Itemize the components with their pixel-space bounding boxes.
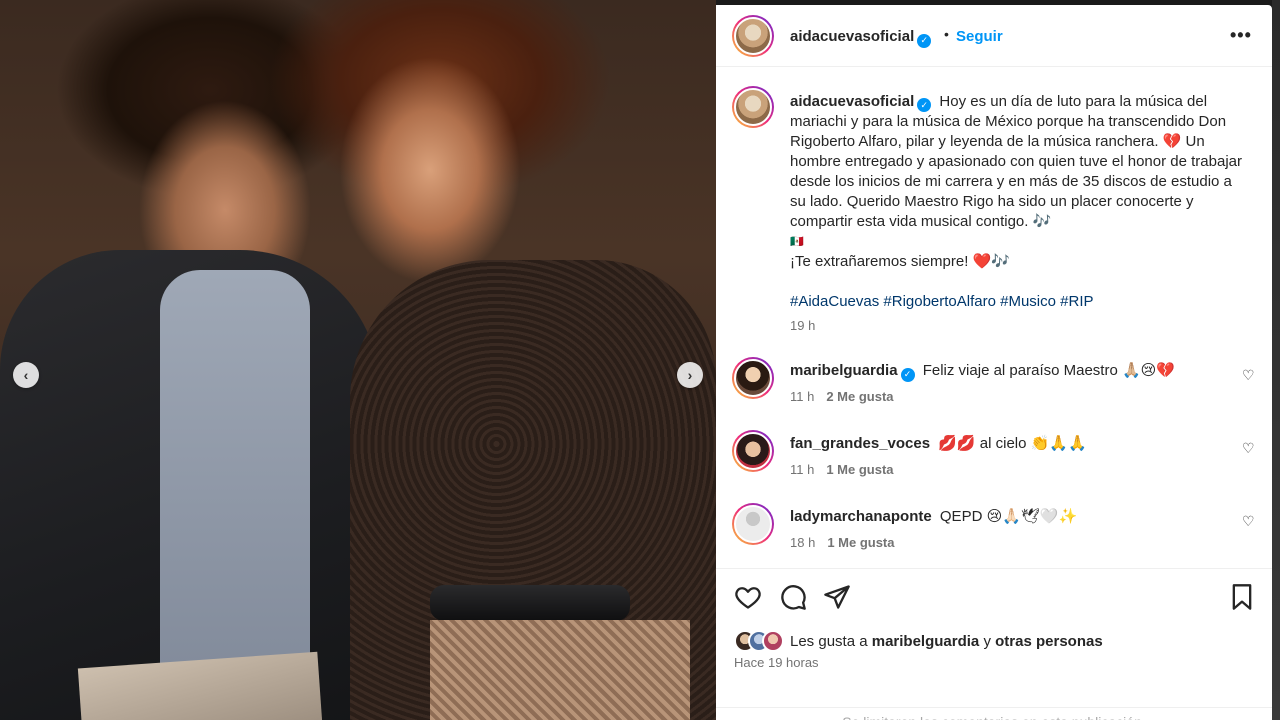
comment-body: QEPD 😢🙏🏻🕊🤍✨	[939, 508, 1078, 525]
comment-username[interactable]: fan_grandes_voces	[790, 435, 930, 452]
caption-body: Hoy es un día de luto para la música del…	[790, 93, 1242, 230]
follow-button[interactable]: Seguir	[956, 28, 1003, 45]
comment-item: fan_grandes_voces 💋💋 al cielo 👏🙏🙏 11 h 1 …	[716, 430, 1272, 502]
avatar[interactable]	[732, 357, 774, 399]
photo-man-shirt	[160, 270, 310, 720]
post-photo[interactable]: ‹ ›	[0, 0, 716, 720]
comment-text: ladymarchanaponte QEPD 😢🙏🏻🕊🤍✨	[790, 507, 1077, 525]
verified-icon: ✓	[900, 367, 915, 382]
post-header: aidacuevasoficial ✓ • Seguir •••	[716, 5, 1272, 67]
flag-emoji: 🇲🇽	[790, 236, 804, 248]
caption-closing: ¡Te extrañaremos siempre! ❤️🎶	[790, 253, 1010, 270]
next-photo-button[interactable]: ›	[677, 362, 703, 388]
likes-summary[interactable]: Les gusta a maribelguardia y otras perso…	[734, 630, 1103, 652]
backdrop	[1272, 0, 1280, 720]
chevron-left-icon: ‹	[23, 367, 29, 383]
more-options-icon[interactable]: •••	[1230, 25, 1252, 46]
comment-time[interactable]: 11 h	[790, 389, 814, 404]
comment-meta: 11 h 2 Me gusta	[790, 389, 894, 404]
avatar[interactable]	[732, 86, 774, 128]
avatar[interactable]	[732, 15, 774, 57]
comment-meta: 11 h 1 Me gusta	[790, 462, 894, 477]
comment-item: ladymarchanaponte QEPD 😢🙏🏻🕊🤍✨ 18 h 1 Me g…	[716, 503, 1272, 575]
avatar[interactable]	[732, 430, 774, 472]
comment-username[interactable]: ladymarchanaponte	[790, 508, 932, 525]
comment-text: maribelguardia ✓ Feliz viaje al paraíso M…	[790, 361, 1175, 382]
caption-hashtags[interactable]: #AidaCuevas #RigobertoAlfaro #Musico #RI…	[790, 292, 1250, 312]
caption-text: aidacuevasoficial ✓ Hoy es un día de luto…	[790, 92, 1250, 312]
photo-skirt	[430, 620, 690, 720]
bookmark-icon[interactable]	[1228, 583, 1256, 616]
comment-text: fan_grandes_voces 💋💋 al cielo 👏🙏🙏	[790, 434, 1087, 452]
heart-icon[interactable]: ♡	[1242, 440, 1255, 457]
post-timestamp[interactable]: Hace 19 horas	[734, 655, 819, 670]
comments-limited-note: Se limitaron los comentarios en esta pub…	[716, 707, 1272, 720]
heart-icon[interactable]: ♡	[1242, 513, 1255, 530]
avatar[interactable]	[732, 503, 774, 545]
verified-icon: ✓	[917, 98, 932, 112]
photo-belt	[430, 585, 630, 621]
comment-meta: 18 h 1 Me gusta	[790, 535, 895, 550]
caption-username[interactable]: aidacuevasoficial ✓	[790, 93, 932, 112]
comment-body: Feliz viaje al paraíso Maestro 🙏🏼😢💔	[922, 362, 1175, 379]
post-caption: aidacuevasoficial ✓ Hoy es un día de luto…	[716, 67, 1272, 347]
post-side-panel: aidacuevasoficial ✓ • Seguir ••• aidacuev…	[716, 5, 1272, 720]
share-icon[interactable]	[823, 583, 851, 616]
comment-body: 💋💋 al cielo 👏🙏🙏	[938, 435, 1087, 452]
heart-icon[interactable]: ♡	[1242, 367, 1255, 384]
likes-text[interactable]: Les gusta a maribelguardia y otras perso…	[790, 633, 1103, 650]
comment-icon[interactable]	[779, 583, 807, 616]
comment-likes[interactable]: 2 Me gusta	[826, 389, 893, 404]
comment-item: maribelguardia ✓ Feliz viaje al paraíso M…	[716, 357, 1272, 429]
post-actions: Les gusta a maribelguardia y otras perso…	[716, 568, 1272, 720]
heart-icon[interactable]	[734, 583, 762, 616]
header-username[interactable]: aidacuevasoficial ✓	[790, 28, 932, 48]
comment-username[interactable]: maribelguardia ✓	[790, 362, 915, 382]
comment-likes[interactable]: 1 Me gusta	[827, 535, 894, 550]
chevron-right-icon: ›	[687, 367, 693, 383]
separator-dot: •	[944, 26, 949, 42]
verified-icon: ✓	[917, 33, 932, 48]
avatar	[762, 630, 784, 652]
caption-timestamp[interactable]: 19 h	[790, 318, 815, 333]
comment-likes[interactable]: 1 Me gusta	[826, 462, 893, 477]
comment-time[interactable]: 18 h	[790, 535, 815, 550]
comment-time[interactable]: 11 h	[790, 462, 814, 477]
previous-photo-button[interactable]: ‹	[13, 362, 39, 388]
